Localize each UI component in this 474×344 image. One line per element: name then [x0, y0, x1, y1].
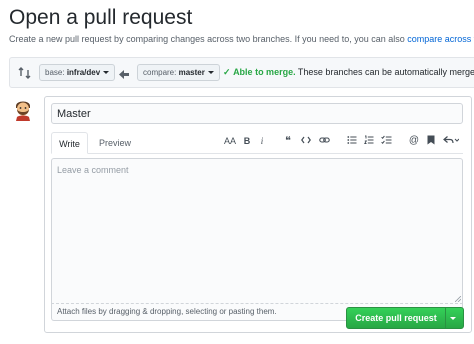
resize-grip-icon[interactable]	[455, 296, 461, 302]
chevron-down-icon[interactable]	[450, 317, 456, 320]
attach-files-text: Attach files by dragging & dropping, sel…	[57, 307, 277, 316]
italic-icon[interactable]: i	[255, 134, 269, 148]
bookmark-icon[interactable]	[424, 134, 438, 148]
heading-icon[interactable]: AA	[222, 134, 238, 148]
comment-textarea[interactable]	[52, 159, 462, 303]
page-subtitle: Create a new pull request by comparing c…	[9, 34, 474, 44]
page-title: Open a pull request	[9, 6, 193, 29]
base-key: base:	[45, 68, 65, 77]
merge-detail-text: These branches can be automatically merg…	[297, 67, 474, 77]
git-compare-icon[interactable]	[18, 66, 32, 80]
base-branch-select[interactable]: base: infra/dev	[39, 64, 116, 81]
numbered-list-icon[interactable]	[362, 134, 376, 148]
arrow-left-icon	[118, 67, 130, 79]
comment-editor	[51, 158, 463, 304]
bold-icon[interactable]: B	[240, 134, 254, 148]
chevron-down-icon	[207, 71, 214, 75]
base-value: infra/dev	[66, 68, 101, 77]
tab-write[interactable]: Write	[51, 132, 88, 154]
subtitle-text: Create a new pull request by comparing c…	[9, 34, 408, 44]
pull-request-form: Write Preview AA B i ❝ @ Att	[44, 96, 472, 333]
link-icon[interactable]	[317, 134, 331, 148]
compare-branch-select[interactable]: compare: master	[137, 64, 220, 81]
tab-preview[interactable]: Preview	[95, 132, 135, 154]
create-pull-request-button[interactable]: Create pull request	[346, 307, 464, 329]
button-divider	[445, 308, 446, 328]
merge-status: ✓ Able to merge. These branches can be a…	[223, 67, 474, 78]
pr-title-input[interactable]	[51, 103, 463, 124]
compare-value: master	[178, 68, 205, 77]
user-avatar[interactable]	[11, 97, 35, 121]
compare-key: compare:	[143, 68, 177, 77]
mention-icon[interactable]: @	[407, 134, 421, 148]
compare-forks-link[interactable]: compare across forks.	[407, 34, 474, 44]
bulleted-list-icon[interactable]	[345, 134, 359, 148]
task-list-icon[interactable]	[379, 134, 393, 148]
reply-icon[interactable]	[442, 134, 460, 148]
check-icon: ✓	[223, 67, 231, 77]
compare-bar: base: infra/dev compare: master ✓ Able t…	[9, 57, 474, 88]
code-icon[interactable]	[299, 134, 313, 148]
create-pull-request-label: Create pull request	[355, 313, 437, 323]
chevron-down-icon	[103, 71, 110, 75]
quote-icon[interactable]: ❝	[281, 134, 295, 148]
merge-ok-text: Able to merge.	[233, 67, 296, 77]
